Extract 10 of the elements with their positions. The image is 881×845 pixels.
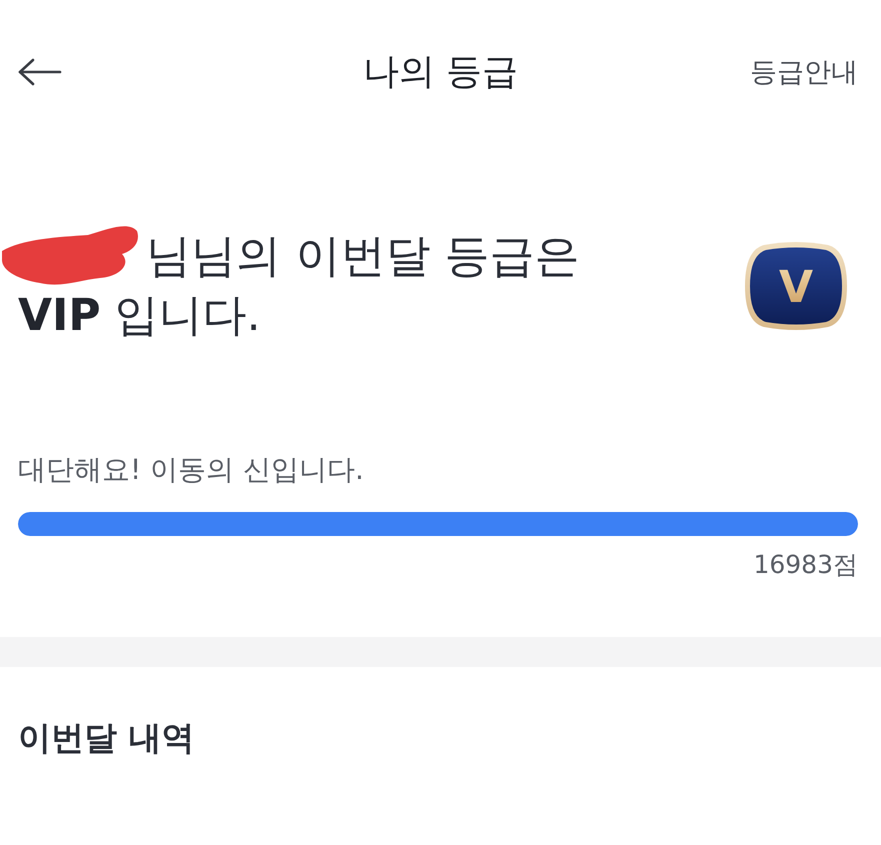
grade-guide-link[interactable]: 등급안내 xyxy=(750,54,858,90)
grade-badge: V xyxy=(744,240,848,332)
page-title: 나의 등급 xyxy=(362,50,518,94)
section-title: 이번달 내역 xyxy=(18,717,194,759)
points-text: 16983점 xyxy=(753,549,858,581)
back-button[interactable] xyxy=(18,58,62,86)
grade-text: VIP 입니다. xyxy=(18,289,261,343)
progress-message: 대단해요! 이동의 신입니다. xyxy=(18,452,364,488)
left-arrow-icon xyxy=(18,58,62,86)
greeting-text: 님님의 이번달 등급은 xyxy=(146,228,580,284)
